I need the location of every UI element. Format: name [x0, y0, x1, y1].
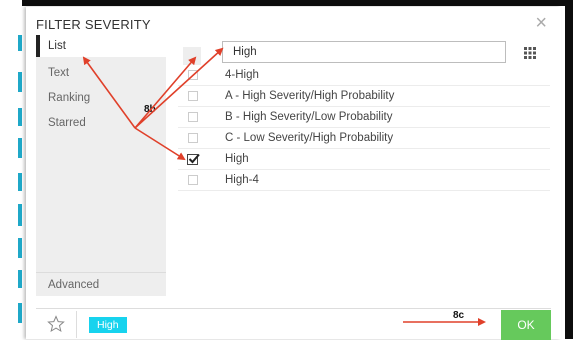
sidebar-item-list[interactable]: List [36, 35, 166, 57]
window-top-edge [0, 0, 573, 6]
option-label: High-4 [225, 174, 259, 186]
annotation-8c: 8c [453, 310, 465, 321]
sidebar-item-text[interactable]: Text [36, 62, 166, 84]
option-checkbox[interactable] [188, 70, 198, 80]
option-label: B - High Severity/Low Probability [225, 111, 393, 123]
filter-severity-dialog: FILTER SEVERITY × List Text Ranking Star… [26, 7, 561, 340]
dialog-footer: High 8c OK [36, 308, 551, 340]
dialog-title: FILTER SEVERITY [36, 17, 151, 32]
side-marker [18, 138, 22, 158]
window-right-edge [565, 0, 573, 339]
option-label: C - Low Severity/High Probability [225, 132, 394, 144]
option-checkbox[interactable] [188, 175, 198, 185]
side-marker [18, 303, 22, 323]
option-label: A - High Severity/High Probability [225, 90, 395, 102]
filter-mode-sidebar: List Text Ranking Starred Advanced 8b [36, 35, 166, 296]
side-marker [18, 35, 22, 51]
side-marker [18, 173, 22, 191]
list-item[interactable]: C - Low Severity/High Probability [178, 128, 550, 149]
ok-button[interactable]: OK [501, 310, 551, 340]
list-item[interactable]: High [178, 149, 550, 170]
background-left-strip [0, 0, 22, 339]
star-icon[interactable] [47, 315, 65, 333]
checked-checkbox-icon[interactable] [187, 153, 200, 165]
sidebar-item-starred[interactable]: Starred [36, 112, 166, 134]
list-item[interactable]: 4-High [178, 65, 550, 86]
close-icon[interactable]: × [535, 12, 547, 35]
side-marker [18, 270, 22, 288]
grid-icon[interactable] [524, 47, 536, 59]
list-item[interactable]: A - High Severity/High Probability [178, 86, 550, 107]
side-marker [18, 204, 22, 226]
option-checkbox[interactable] [188, 91, 198, 101]
sidebar-item-advanced[interactable]: Advanced [36, 272, 166, 296]
side-marker [18, 238, 22, 258]
list-item[interactable]: B - High Severity/Low Probability [178, 107, 550, 128]
side-marker [18, 72, 22, 92]
annotation-8b: 8b [144, 104, 156, 115]
selected-value-tag[interactable]: High [89, 317, 127, 333]
list-item[interactable]: High-4 [178, 170, 550, 191]
option-checkbox[interactable] [188, 112, 198, 122]
option-checkbox[interactable] [188, 133, 198, 143]
search-input[interactable]: High [222, 41, 506, 63]
select-all-checkbox[interactable] [183, 47, 201, 65]
option-label: 4-High [225, 69, 259, 81]
side-marker [18, 108, 22, 126]
option-label: High [225, 153, 249, 165]
footer-divider [76, 311, 77, 338]
